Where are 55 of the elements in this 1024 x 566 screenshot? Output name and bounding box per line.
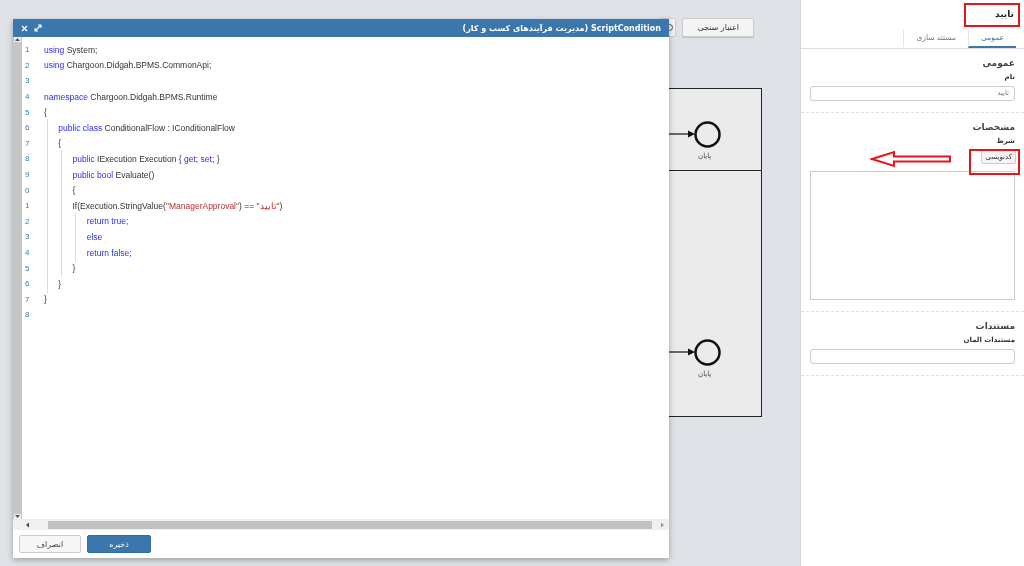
code-line: public class ConditionalFlow : IConditionalFlow — [44, 122, 235, 133]
scroll-up-icon[interactable] — [14, 37, 21, 42]
input-field[interactable] — [810, 349, 1015, 364]
line-number: 9 — [24, 170, 31, 180]
line-number: 7 — [24, 294, 31, 304]
line-number: 6 — [24, 123, 31, 133]
line-number: 1 — [24, 45, 31, 55]
section-heading: مشخصات — [971, 122, 1015, 132]
save-button[interactable]: ذخیره — [87, 535, 151, 553]
highlight-frame — [964, 3, 1020, 27]
code-line: { — [44, 185, 76, 196]
sequence-arrow — [669, 348, 695, 356]
script-area[interactable] — [810, 171, 1015, 300]
code-line: { — [44, 138, 62, 149]
line-number: 3 — [24, 76, 31, 86]
code-line: using System; — [44, 44, 98, 55]
line-number: 4 — [24, 92, 31, 102]
horizontal-scrollbar[interactable] — [13, 520, 669, 530]
line-number: 4 — [24, 248, 31, 257]
dialog-title: ScriptCondition (مدیریت فرآیندهای کسب و کار) — [462, 23, 661, 33]
end-event-icon — [694, 339, 721, 366]
line-number: 5 — [24, 263, 31, 273]
line-number: 3 — [24, 232, 31, 242]
vertical-scrollbar[interactable] — [13, 37, 22, 519]
code-line: public IExecution Execution { get; set; } — [44, 153, 220, 164]
panel-title: تایید — [995, 9, 1014, 19]
close-icon[interactable] — [21, 24, 28, 32]
end-event-icon — [694, 121, 721, 148]
cancel-button[interactable]: انصراف — [19, 535, 81, 553]
code-line: } — [44, 294, 47, 305]
scroll-right-icon[interactable] — [660, 522, 665, 528]
scroll-thumb[interactable] — [48, 521, 652, 529]
code-line: { — [44, 107, 47, 118]
section-heading: عمومی — [981, 58, 1015, 68]
line-number: 2 — [24, 216, 31, 226]
line-number: 8 — [24, 154, 31, 164]
scroll-down-icon[interactable] — [14, 514, 21, 519]
line-number: 7 — [24, 138, 31, 148]
expand-icon[interactable] — [34, 24, 42, 32]
code-line: namespace Chargoon.Didgah.BPMS.Runtime — [44, 91, 218, 102]
validate-button[interactable]: اعتبار سنجی — [682, 18, 754, 37]
line-number: 1 — [24, 201, 31, 211]
section-heading: مستندات — [974, 321, 1015, 331]
highlight-frame — [969, 149, 1020, 175]
code-line: else — [44, 231, 103, 242]
line-number: 6 — [24, 279, 31, 289]
scroll-left-icon[interactable] — [25, 522, 30, 528]
line-number: 8 — [24, 310, 31, 320]
line-number: 2 — [24, 60, 31, 70]
sequence-arrow — [669, 130, 695, 138]
line-number: 0 — [24, 185, 31, 195]
code-line: using Chargoon.Didgah.BPMS.CommonApi; — [44, 60, 212, 71]
code-line: } — [44, 263, 76, 274]
line-number: 5 — [24, 107, 31, 117]
code-line: public bool Evaluate() — [44, 169, 155, 180]
